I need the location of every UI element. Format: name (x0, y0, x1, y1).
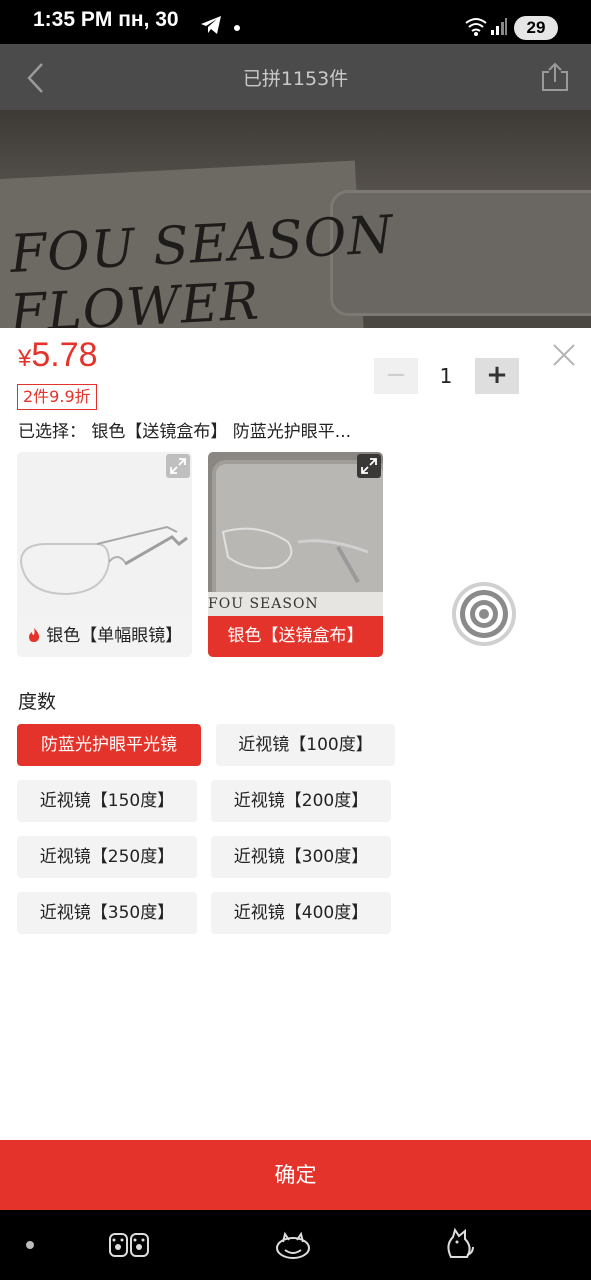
selected-summary: 已选择： 银色【送镜盒布】 防蓝光护眼平... (18, 422, 352, 442)
variant-photo-text: FOU SEASON (208, 596, 319, 612)
close-icon[interactable] (552, 343, 576, 367)
expand-icon (361, 458, 377, 474)
promo-badge: 2件9.9折 (17, 384, 97, 410)
option-myopia-350[interactable]: 近视镜【350度】 (17, 892, 197, 934)
expand-image-button[interactable] (166, 454, 190, 478)
confirm-button[interactable]: 确定 (0, 1140, 591, 1210)
option-myopia-400[interactable]: 近视镜【400度】 (211, 892, 391, 934)
price-value: 5.78 (31, 336, 98, 374)
variant-label-selected: 银色【送镜盒布】 (208, 616, 383, 657)
signal-icon (491, 18, 507, 35)
glasses-in-case-image (221, 527, 369, 583)
battery-indicator: 29 (514, 16, 558, 40)
wifi-icon (465, 18, 487, 36)
option-myopia-300[interactable]: 近视镜【300度】 (211, 836, 391, 878)
nav-dot-icon (26, 1241, 34, 1249)
status-bar: 1:35 PM пн, 30 29 (0, 0, 591, 44)
home-cat-icon[interactable] (275, 1230, 311, 1260)
currency-symbol: ¥ (18, 345, 32, 372)
hot-flame-icon (28, 628, 39, 642)
floating-target-icon[interactable] (451, 581, 517, 647)
option-myopia-100[interactable]: 近视镜【100度】 (216, 724, 395, 766)
glasses-image (19, 525, 188, 596)
option-myopia-250[interactable]: 近视镜【250度】 (17, 836, 197, 878)
option-myopia-200[interactable]: 近视镜【200度】 (211, 780, 391, 822)
status-time: 1:35 PM пн, 30 (33, 8, 179, 31)
expand-image-button[interactable] (357, 454, 381, 478)
share-icon[interactable] (541, 62, 569, 92)
back-cat-icon[interactable] (443, 1227, 475, 1261)
variant-card-single-glasses[interactable]: 银色【单幅眼镜】 (17, 452, 192, 657)
option-anti-blue-light[interactable]: 防蓝光护眼平光镜 (17, 724, 201, 766)
variant-card-with-case[interactable]: FOU SEASON 银色【送镜盒布】 (208, 452, 383, 657)
notification-dot-icon (234, 25, 240, 31)
telegram-icon (201, 16, 221, 34)
option-myopia-150[interactable]: 近视镜【150度】 (17, 780, 197, 822)
system-nav-bar (0, 1210, 591, 1280)
expand-icon (170, 458, 186, 474)
page-title: 已拼1153件 (242, 68, 349, 90)
option-section-title: 度数 (18, 691, 57, 713)
quantity-decrease-button[interactable]: − (374, 358, 418, 394)
variant-label: 银色【单幅眼镜】 (17, 616, 192, 657)
variant-label-text: 银色【单幅眼镜】 (46, 626, 183, 646)
paws-icon[interactable] (108, 1230, 150, 1260)
quantity-value[interactable]: 1 (430, 364, 462, 388)
price: ¥5.78 (18, 336, 98, 375)
quantity-increase-button[interactable]: + (475, 358, 519, 394)
